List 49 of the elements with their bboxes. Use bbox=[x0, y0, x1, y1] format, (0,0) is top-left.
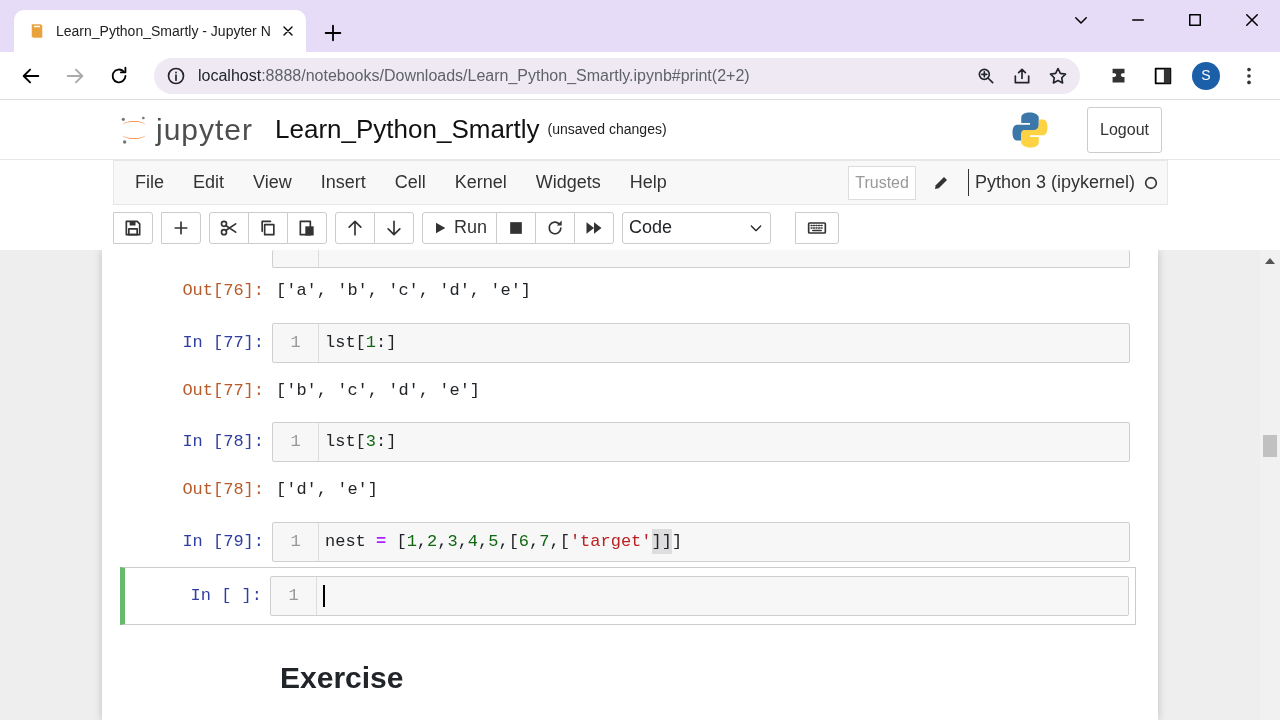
code-line[interactable]: lst[1:] bbox=[319, 329, 397, 356]
profile-avatar[interactable]: S bbox=[1192, 61, 1220, 90]
output-text: ['b', 'c', 'd', 'e'] bbox=[275, 379, 481, 402]
code-line[interactable]: lst[3:] bbox=[319, 429, 397, 455]
scrollbar-thumb[interactable] bbox=[1263, 435, 1277, 457]
star-icon[interactable] bbox=[1048, 65, 1068, 86]
menu-item[interactable]: Cell bbox=[379, 169, 440, 196]
menu-item[interactable]: Kernel bbox=[439, 169, 521, 196]
save-status: (unsaved changes) bbox=[547, 120, 667, 139]
line-number: 1 bbox=[273, 522, 319, 561]
info-icon bbox=[166, 65, 186, 86]
code-cell[interactable]: 1 nest = [1,2,3,4,5,[6,7,['target']]] bbox=[272, 521, 1130, 562]
kernel-name[interactable]: Python 3 (ipykernel) bbox=[967, 169, 1135, 196]
notebook-title[interactable]: Learn_Python_Smartly bbox=[275, 110, 540, 149]
menu-item[interactable]: View bbox=[238, 169, 306, 196]
menu-item[interactable]: Help bbox=[614, 169, 681, 196]
line-number: 1 bbox=[273, 423, 319, 461]
selected-cell[interactable]: In [ ]: 1 bbox=[120, 566, 1136, 625]
output-text: ['d', 'e'] bbox=[275, 479, 379, 501]
code-line[interactable]: nest = [1,2,3,4,5,[6,7,['target']]] bbox=[319, 528, 683, 555]
logout-button[interactable]: Logout bbox=[1087, 106, 1162, 153]
input-prompt: In [79]: bbox=[181, 530, 265, 553]
input-prompt: In [ ]: bbox=[189, 584, 263, 607]
run-button[interactable]: Run bbox=[422, 211, 498, 244]
markdown-heading: Exercise bbox=[279, 659, 405, 696]
output-prompt: Out[76]: bbox=[181, 280, 265, 302]
output-prompt: Out[78]: bbox=[181, 479, 265, 501]
input-prompt: In [77]: bbox=[181, 331, 265, 354]
menu-item[interactable]: Edit bbox=[178, 169, 239, 196]
browser-tab[interactable]: Learn_Python_Smartly - Jupyter N bbox=[14, 10, 306, 52]
code-cell[interactable] bbox=[272, 250, 1130, 268]
line-number: 1 bbox=[271, 576, 317, 615]
logo-text: jupyter bbox=[156, 112, 254, 148]
output-text: ['a', 'b', 'c', 'd', 'e'] bbox=[275, 280, 532, 302]
kernel-status-icon bbox=[1143, 174, 1159, 191]
text-cursor bbox=[323, 584, 325, 607]
scroll-up-icon[interactable] bbox=[1265, 258, 1275, 264]
output-prompt: Out[77]: bbox=[181, 379, 265, 402]
input-prompt: In [78]: bbox=[181, 431, 265, 454]
menu-item[interactable]: Insert bbox=[305, 169, 380, 196]
menu-item[interactable]: File bbox=[120, 169, 178, 196]
line-number: 1 bbox=[273, 323, 319, 362]
address-bar[interactable]: localhost:8888/notebooks/Downloads/Learn_Python_Smartly.ipynb#print(2+2) bbox=[154, 57, 1080, 94]
plus-icon[interactable] bbox=[322, 22, 344, 44]
menu-item[interactable]: Widgets bbox=[520, 169, 615, 196]
code-cell[interactable]: 1 lst[3:] bbox=[272, 422, 1130, 462]
cell-type-select[interactable]: Code bbox=[622, 211, 772, 244]
code-cell[interactable]: 1 lst[1:] bbox=[272, 322, 1130, 363]
url-text[interactable]: localhost:8888/notebooks/Downloads/Learn_Python_Smartly.ipynb#print(2+2) bbox=[198, 63, 964, 88]
